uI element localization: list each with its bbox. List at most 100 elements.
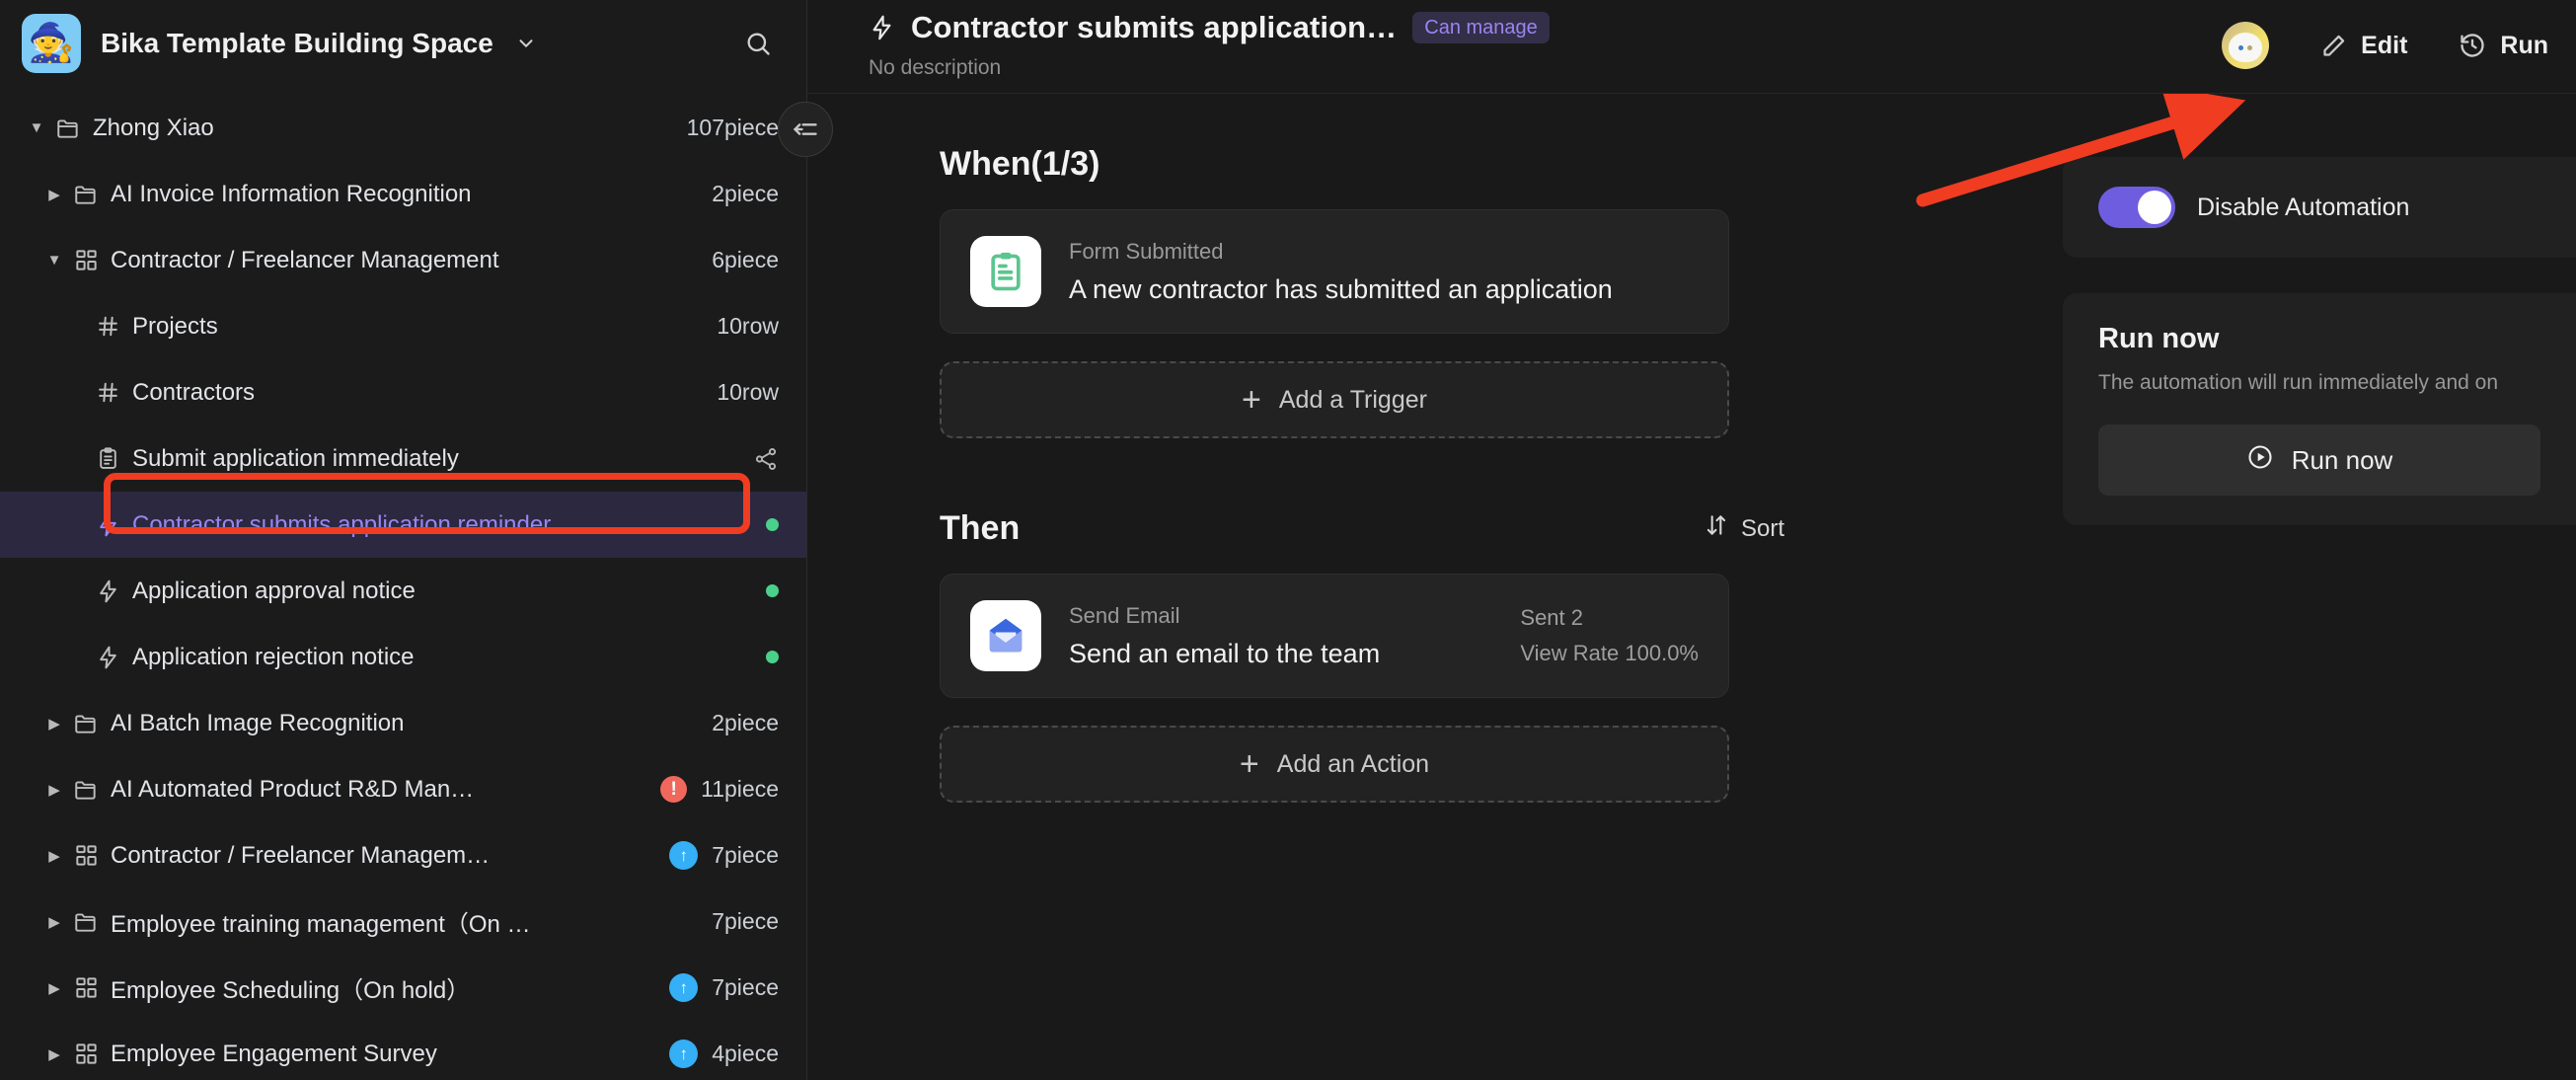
add-action-button[interactable]: + Add an Action	[940, 726, 1729, 803]
grid-icon	[69, 975, 103, 1000]
sidebar-item-application-approval-notice[interactable]: Application approval notice	[0, 558, 806, 624]
sidebar-item-meta: 2piece	[694, 710, 779, 736]
folder-icon	[69, 777, 103, 803]
sidebar-item-application-rejection-notice[interactable]: Application rejection notice	[0, 624, 806, 690]
stat-sent: Sent 2	[1520, 605, 1583, 630]
sidebar-item-meta: 10row	[699, 379, 779, 406]
avatar[interactable]	[2222, 22, 2270, 69]
collapse-sidebar-button[interactable]	[778, 102, 833, 157]
chevron-down-icon[interactable]	[515, 33, 537, 54]
then-heading-label: Then	[940, 509, 1021, 547]
avatar-eye-right	[2246, 44, 2252, 50]
sidebar-item-label: Employee training management（On …	[111, 911, 531, 939]
sidebar-item-projects[interactable]: Projects 10row	[0, 293, 806, 359]
workspace-logo: 🧙	[22, 14, 81, 74]
sidebar-item-label: Application rejection notice	[132, 643, 415, 670]
content-area: When(1/3) Form Submitted A new contracto…	[807, 94, 2576, 803]
action-card-text: Send Email Send an email to the team	[1069, 603, 1380, 669]
sidebar-item-submit-application-immediately[interactable]: Submit application immediately	[0, 425, 806, 492]
chevron-down-icon[interactable]: ▼	[39, 252, 69, 269]
sidebar-item-employee-scheduling-on-hold[interactable]: ▶ Employee Scheduling（On hold） ↑ 7piece	[0, 955, 806, 1021]
sidebar-item-meta: ↑ 4piece	[651, 1040, 779, 1069]
bolt-icon	[91, 579, 124, 604]
top-actions: Edit Run	[2222, 8, 2576, 69]
chevron-down-icon[interactable]: ▼	[22, 119, 51, 136]
sidebar-item-contractor-submits-application-reminder[interactable]: Contractor submits application reminder	[0, 492, 806, 559]
automation-toggle-panel: Disable Automation	[2063, 157, 2576, 258]
sidebar-item-label: Contractor / Freelancer Managem…	[111, 841, 491, 869]
run-now-description: The automation will run immediately and …	[2098, 371, 2499, 394]
sidebar-item-label: AI Batch Image Recognition	[111, 709, 405, 736]
sidebar-item-count: 10row	[717, 379, 779, 406]
upgrade-arrow-badge-icon[interactable]: ↑	[669, 1040, 699, 1069]
add-trigger-button[interactable]: + Add a Trigger	[940, 361, 1729, 438]
play-circle-icon	[2246, 443, 2274, 478]
lightning-bolt-icon	[869, 13, 895, 42]
action-kind: Send Email	[1069, 602, 1180, 628]
form-icon	[91, 446, 124, 471]
sidebar-item-label: Contractors	[132, 378, 256, 406]
chevron-right-icon[interactable]: ▶	[39, 979, 69, 997]
sidebar-item-count: 10row	[717, 313, 779, 340]
run-now-panel: Run now The automation will run immediat…	[2063, 293, 2576, 525]
sidebar-item-contractor-freelancer-management[interactable]: ▼ Contractor / Freelancer Management 6piec…	[0, 227, 806, 293]
folder-icon	[69, 909, 103, 935]
sidebar-item-ai-automated-product-r-d-man[interactable]: ▶ AI Automated Product R&D Man…! 11piece	[0, 756, 806, 822]
sidebar-item-label: AI Invoice Information Recognition	[111, 180, 472, 207]
chevron-right-icon[interactable]: ▶	[39, 913, 69, 931]
chevron-right-icon[interactable]: ▶	[39, 186, 69, 203]
edit-label: Edit	[2361, 31, 2408, 59]
sidebar-item-meta: ! 11piece	[643, 776, 779, 804]
upgrade-arrow-badge-icon[interactable]: ↑	[669, 973, 699, 1003]
sidebar-item-employee-engagement-survey[interactable]: ▶ Employee Engagement Survey ↑ 4piece	[0, 1021, 806, 1080]
hash-icon	[91, 380, 124, 405]
chevron-right-icon[interactable]: ▶	[39, 715, 69, 733]
sidebar-item-meta: ↑ 7piece	[651, 841, 779, 871]
bolt-icon	[91, 645, 124, 670]
run-now-button[interactable]: Run now	[2098, 424, 2540, 496]
trigger-card[interactable]: Form Submitted A new contractor has subm…	[940, 209, 1729, 334]
sort-button[interactable]: Sort	[1704, 512, 1794, 545]
sidebar-item-ai-invoice-information-recognition[interactable]: ▶ AI Invoice Information Recognition 2piec…	[0, 161, 806, 227]
run-label: Run	[2500, 31, 2548, 59]
action-card[interactable]: Send Email Send an email to the team Sen…	[940, 574, 1729, 698]
toggle-knob	[2138, 191, 2171, 224]
trigger-kind: Form Submitted	[1069, 238, 1224, 264]
sidebar-item-label: Contractor / Freelancer Management	[111, 246, 499, 273]
chevron-right-icon[interactable]: ▶	[39, 847, 69, 865]
run-now-button-label: Run now	[2291, 444, 2393, 475]
search-icon[interactable]	[737, 23, 779, 64]
disable-automation-toggle[interactable]	[2098, 187, 2175, 228]
page-description: No description	[869, 56, 1002, 79]
disable-automation-label: Disable Automation	[2197, 193, 2410, 221]
hash-icon	[91, 314, 124, 339]
avatar-cat-face	[2229, 32, 2263, 62]
workspace-header[interactable]: 🧙 Bika Template Building Space	[0, 0, 806, 87]
share-icon[interactable]	[753, 446, 779, 472]
add-trigger-label: Add a Trigger	[1278, 385, 1427, 414]
folder-icon	[69, 711, 103, 736]
chevron-right-icon[interactable]: ▶	[39, 1045, 69, 1063]
upgrade-arrow-badge-icon[interactable]: ↑	[669, 841, 699, 871]
sidebar-item-zhong-xiao[interactable]: ▼ Zhong Xiao 107piece	[0, 95, 806, 161]
edit-button[interactable]: Edit	[2320, 32, 2407, 60]
disable-automation-row[interactable]: Disable Automation	[2098, 187, 2540, 228]
sidebar-item-employee-training-management-on[interactable]: ▶ Employee training management（On … 7piece	[0, 888, 806, 955]
sidebar-item-meta: 6piece	[694, 247, 779, 273]
chevron-right-icon[interactable]: ▶	[39, 781, 69, 799]
sidebar-item-count: 6piece	[712, 247, 779, 273]
sidebar-item-label: Contractor submits application reminder	[132, 510, 552, 538]
sidebar: 🧙 Bika Template Building Space ▼ Zhong Xi…	[0, 0, 833, 1080]
sidebar-item-contractor-freelancer-managem[interactable]: ▶ Contractor / Freelancer Managem… ↑ 7piece	[0, 822, 806, 888]
sort-label: Sort	[1740, 514, 1784, 542]
sidebar-item-count: 4piece	[712, 1041, 779, 1067]
status-dot	[766, 518, 779, 532]
sidebar-item-ai-batch-image-recognition[interactable]: ▶ AI Batch Image Recognition 2piece	[0, 690, 806, 756]
folder-icon	[51, 116, 85, 141]
sidebar-item-contractors[interactable]: Contractors 10row	[0, 359, 806, 425]
right-panel-column: Disable Automation Run now The automatio…	[2063, 145, 2576, 803]
run-history-button[interactable]: Run	[2459, 32, 2576, 60]
action-name: Send an email to the team	[1069, 638, 1381, 668]
page-title: Contractor submits application…	[911, 10, 1398, 44]
